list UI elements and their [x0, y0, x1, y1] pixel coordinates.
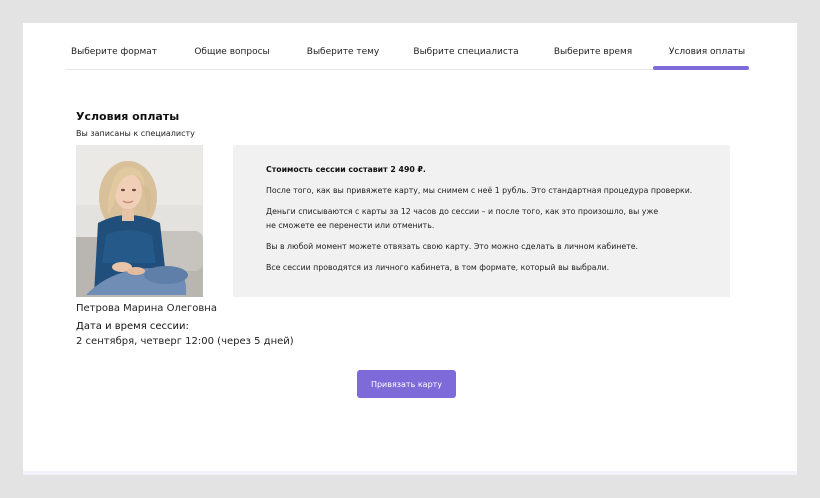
step-payment[interactable]: Условия оплаты: [669, 47, 745, 57]
frame-bottom-strip: [23, 471, 797, 475]
page-subtitle: Вы записаны к специалисту: [76, 129, 195, 138]
step-general-questions[interactable]: Общие вопросы: [194, 47, 269, 57]
session-cost: Стоимость сессии составит 2 490 ₽.: [266, 165, 426, 174]
info-text: После того, как вы привяжете карту, мы с…: [266, 186, 693, 195]
step-format[interactable]: Выберите формат: [71, 47, 157, 57]
page-title: Условия оплаты: [76, 110, 180, 123]
payment-info-box: Стоимость сессии составит 2 490 ₽. После…: [233, 145, 730, 297]
step-topic[interactable]: Выберите тему: [307, 47, 379, 57]
info-text: не сможете ее перенести или отменить.: [266, 221, 435, 230]
specialist-photo: [76, 145, 203, 297]
steps-nav: Выберите формат Общие вопросы Выберите т…: [66, 23, 751, 70]
info-text: Все сессии проводятся из личного кабинет…: [266, 263, 610, 272]
step-time[interactable]: Выберите время: [554, 47, 632, 57]
specialist-name: Петрова Марина Олеговна: [76, 303, 217, 314]
page-frame: Выберите формат Общие вопросы Выберите т…: [23, 23, 797, 475]
info-text: Вы в любой момент можете отвязать свою к…: [266, 242, 638, 251]
step-specialist[interactable]: Выбрите специалиста: [413, 47, 518, 57]
session-datetime-label: Дата и время сессии:: [76, 321, 189, 332]
session-datetime-value: 2 сентября, четверг 12:00 (через 5 дней): [76, 336, 294, 347]
info-text: Деньги списываются с карты за 12 часов д…: [266, 207, 659, 216]
bind-card-button[interactable]: Привязать карту: [357, 370, 456, 398]
active-step-indicator: [653, 66, 749, 70]
